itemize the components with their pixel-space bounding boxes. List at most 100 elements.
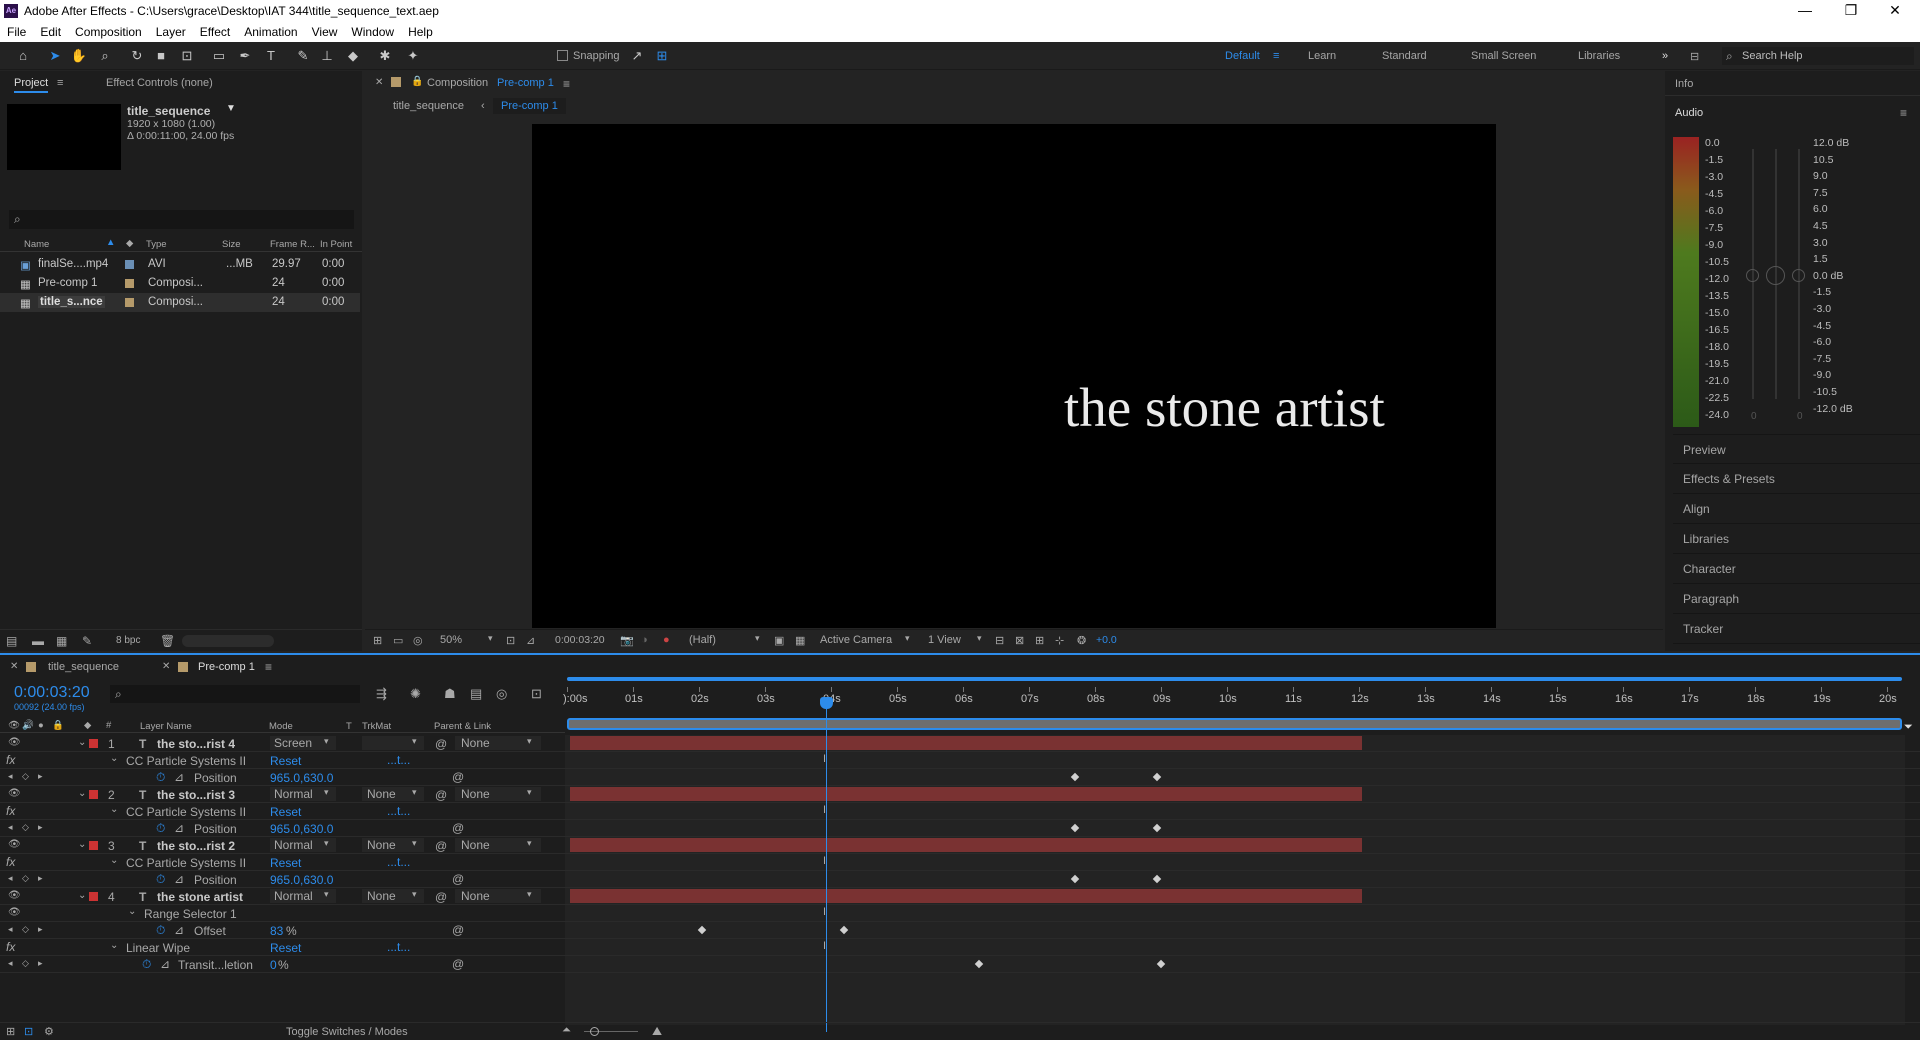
graph-icon[interactable]: ⊿ (174, 821, 184, 835)
col-size[interactable]: Size (222, 239, 240, 250)
toggle-switches-modes[interactable]: Toggle Switches / Modes (286, 1026, 408, 1038)
col-trkmat[interactable]: TrkMat (362, 721, 391, 732)
add-keyframe-icon[interactable]: ◇ (22, 958, 29, 969)
master-slider[interactable] (1766, 266, 1785, 285)
breadcrumb-current[interactable]: Pre-comp 1 (493, 98, 566, 114)
layer-name[interactable]: the stone artist (157, 890, 243, 904)
property-row[interactable]: ◂ ◇ ▸ ⏱ ⊿ Position 965.0,630.0 @ (0, 820, 1920, 837)
offset-value[interactable]: 83 (270, 924, 283, 938)
brush-tool-icon[interactable]: ✎ (294, 47, 312, 65)
property-row[interactable]: ◂ ◇ ▸ ⏱ ⊿ Position 965.0,630.0 @ (0, 871, 1920, 888)
effect-options-link[interactable]: ...t... (387, 753, 410, 767)
add-keyframe-icon[interactable]: ◇ (22, 924, 29, 935)
twirl-open-icon[interactable]: ⌄ (110, 753, 118, 764)
effect-options-link[interactable]: ...t... (387, 940, 410, 954)
rectangle-tool-icon[interactable]: ▭ (210, 47, 228, 65)
fx-icon[interactable]: fx (6, 804, 15, 818)
effects-presets-panel[interactable]: Effects & Presets (1673, 464, 1920, 494)
zoom-out-icon[interactable]: ⏶ (562, 1024, 571, 1037)
workspace-menu-icon[interactable]: ≡ (1273, 50, 1279, 62)
roto-brush-icon[interactable]: ✱ (376, 47, 394, 65)
search-panel-icon[interactable]: ⊟ (1690, 50, 1699, 63)
grid-icon[interactable]: ⊿ (526, 634, 535, 647)
eraser-tool-icon[interactable]: ◆ (344, 47, 362, 65)
snap-icon[interactable]: ↗ (628, 47, 646, 65)
next-keyframe-icon[interactable]: ▸ (38, 873, 43, 884)
region-of-interest-icon[interactable]: ▣ (774, 634, 784, 647)
more-workspaces-icon[interactable]: » (1662, 50, 1668, 62)
property-row[interactable]: ◂ ◇ ▸ ⏱ ⊿ Transit...letion 0 % @ (0, 956, 1920, 973)
layer-name[interactable]: the sto...rist 3 (157, 788, 235, 802)
fx-icon[interactable]: fx (6, 855, 15, 869)
close-tab-icon[interactable]: ✕ (162, 661, 170, 672)
effect-reset-button[interactable]: Reset (270, 805, 301, 819)
keyframe[interactable] (1070, 772, 1080, 782)
project-settings-icon[interactable]: ✎ (82, 634, 92, 648)
flowchart-icon[interactable]: ⊹ (1055, 634, 1064, 647)
add-keyframe-icon[interactable]: ◇ (22, 873, 29, 884)
timeline-icon[interactable]: ⊞ (1035, 634, 1044, 647)
menu-file[interactable]: File (0, 22, 33, 39)
info-panel-tab[interactable]: Info (1675, 78, 1693, 90)
property-value[interactable]: 965.0,630.0 (270, 771, 333, 785)
col-frame-rate[interactable]: Frame R... (270, 239, 315, 250)
menu-view[interactable]: View (305, 22, 345, 39)
camera-dropdown[interactable]: Active Camera (820, 634, 892, 646)
workspace-small-screen[interactable]: Small Screen (1471, 50, 1536, 62)
stopwatch-icon[interactable]: ⏱ (156, 923, 165, 938)
col-t[interactable]: T (346, 721, 352, 732)
twirl-open-icon[interactable]: ⌄ (78, 839, 86, 850)
pickwhip-icon[interactable]: @ (452, 821, 464, 835)
menu-layer[interactable]: Layer (149, 22, 193, 39)
playhead-handle[interactable] (820, 697, 833, 709)
col-parent[interactable]: Parent & Link (434, 721, 491, 732)
timeline-menu-icon[interactable]: ≡ (265, 660, 272, 674)
zoom-slider-handle[interactable] (590, 1027, 599, 1036)
audio-menu-icon[interactable]: ≡ (1900, 106, 1907, 120)
next-keyframe-icon[interactable]: ▸ (38, 822, 43, 833)
pickwhip-icon[interactable]: @ (452, 872, 464, 886)
mode-dropdown[interactable]: Normal ▾ (270, 889, 336, 903)
trash-icon[interactable]: 🗑 (160, 634, 175, 648)
zoom-dropdown[interactable]: 50% (440, 634, 462, 646)
layer-row[interactable]: 👁 ⌄ 4 T the stone artist Normal ▾ None ▾… (0, 888, 1920, 905)
close-panel-icon[interactable]: ✕ (375, 77, 383, 88)
layer-name[interactable]: the sto...rist 4 (157, 737, 235, 751)
project-search-field[interactable]: ⌕ (9, 210, 354, 229)
mode-dropdown[interactable]: Normal ▾ (270, 838, 336, 852)
eye-icon[interactable]: 👁 (8, 720, 20, 731)
eye-icon[interactable]: 👁 (8, 737, 21, 748)
menu-window[interactable]: Window (344, 22, 401, 39)
next-keyframe-icon[interactable]: ▸ (38, 958, 43, 969)
fx-icon[interactable]: fx (6, 753, 15, 767)
project-item[interactable]: ▦ Pre-comp 1 Composi... 24 0:00 (0, 274, 360, 293)
pan-behind-icon[interactable]: ⊡ (178, 47, 196, 65)
align-panel[interactable]: Align (1673, 494, 1920, 524)
effect-row[interactable]: fx ⌄ CC Particle Systems II Reset ...t..… (0, 854, 1920, 871)
stopwatch-icon[interactable]: ⏱ (156, 770, 165, 785)
maximize-button[interactable]: ❐ (1828, 2, 1874, 19)
workspace-default[interactable]: Default (1225, 50, 1260, 62)
graph-icon[interactable]: ⊿ (174, 872, 184, 886)
label-swatch[interactable] (89, 892, 98, 901)
effect-row[interactable]: fx ⌄ CC Particle Systems II Reset ...t..… (0, 803, 1920, 820)
camera-tool-icon[interactable]: ■ (152, 47, 170, 65)
keyframe[interactable] (974, 959, 984, 969)
fx-icon[interactable]: fx (6, 940, 15, 954)
reset-exposure-icon[interactable]: ❂ (1077, 634, 1086, 647)
property-row[interactable]: ◂ ◇ ▸ ⏱ ⊿ Position 965.0,630.0 @ (0, 769, 1920, 786)
effect-reset-button[interactable]: Reset (270, 754, 301, 768)
time-ruler[interactable]: ):00s01s02s03s04s05s06s07s08s09s10s11s12… (563, 677, 1902, 715)
fast-previews-icon[interactable]: ⊠ (1015, 634, 1024, 647)
twirl-open-icon[interactable]: ⌄ (110, 855, 118, 866)
audio-panel-tab[interactable]: Audio (1675, 107, 1703, 119)
stopwatch-icon[interactable]: ⏱ (142, 957, 151, 972)
eye-icon[interactable]: 👁 (8, 839, 21, 850)
monitor-icon[interactable]: ▭ (393, 634, 403, 647)
tab-pre-comp-1[interactable]: Pre-comp 1 (198, 661, 255, 673)
project-menu-icon[interactable]: ≡ (57, 77, 63, 89)
selection-tool-icon[interactable]: ➤ (46, 47, 64, 65)
prev-keyframe-icon[interactable]: ◂ (8, 771, 13, 782)
stopwatch-icon[interactable]: ⏱ (156, 872, 165, 887)
graph-icon[interactable]: ⊿ (160, 957, 170, 971)
